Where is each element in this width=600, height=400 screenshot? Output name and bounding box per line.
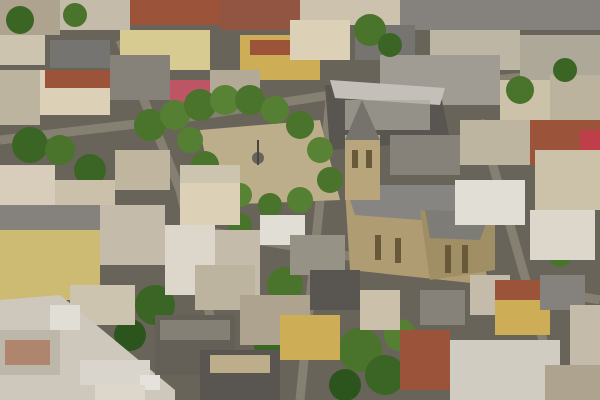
shade-overlay [0, 0, 600, 400]
aerial-city-photo [0, 0, 600, 400]
